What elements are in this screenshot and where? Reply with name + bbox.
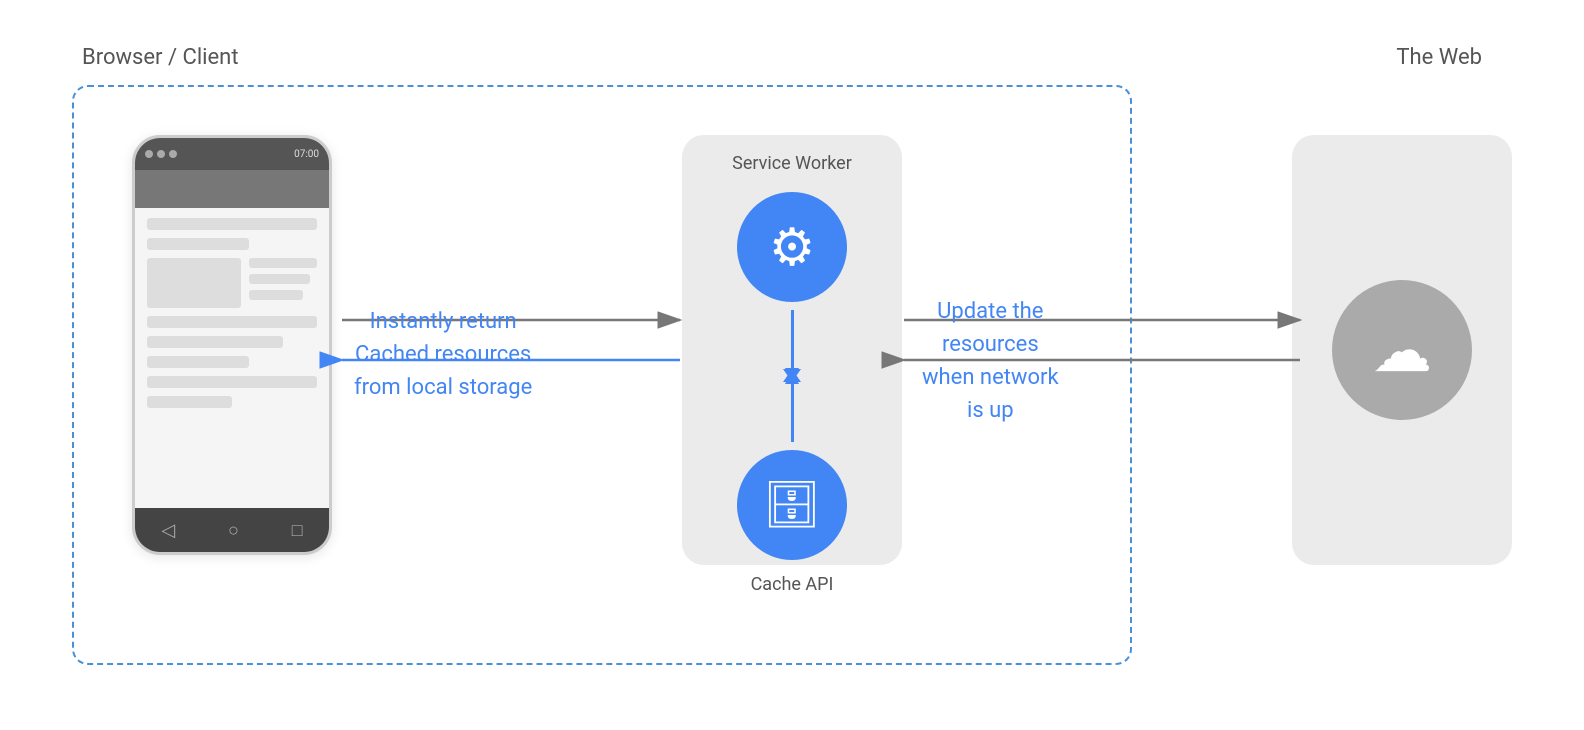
- phone-toolbar: [135, 170, 329, 208]
- service-worker-gears-circle: ⚙: [737, 192, 847, 302]
- cache-api-label: Cache API: [751, 574, 834, 595]
- content-block: [147, 258, 241, 308]
- database-icon: 🗄: [763, 478, 821, 532]
- service-worker-box: Service Worker ⚙ 🗄 Cache API: [682, 135, 902, 565]
- battery-icon: [169, 150, 177, 158]
- content-line-2: [147, 238, 249, 250]
- sw-vertical-connector: [791, 310, 794, 442]
- is-up-text: is up: [922, 394, 1059, 427]
- cloud-icon: ☁: [1372, 315, 1432, 386]
- content-row: [147, 258, 317, 308]
- browser-client-label: Browser / Client: [82, 45, 239, 70]
- instantly-return-text: Instantly return: [354, 305, 532, 338]
- content-line-6: [147, 316, 317, 328]
- content-line-1: [147, 218, 317, 230]
- web-box: ☁: [1292, 135, 1512, 565]
- cloud-circle: ☁: [1332, 280, 1472, 420]
- service-worker-label: Service Worker: [732, 153, 852, 174]
- phone-nav: ◁ ○ □: [135, 508, 329, 552]
- update-resources-text: Update the resources when network is up: [922, 295, 1059, 427]
- sw-arrow-down: [791, 310, 794, 370]
- cached-resources-text-line: Cached resources: [354, 338, 532, 371]
- phone-content: [135, 208, 329, 508]
- status-time: 07:00: [294, 149, 319, 160]
- resources-text: resources: [922, 328, 1059, 361]
- sw-arrow-up: [791, 382, 794, 442]
- content-lines-right: [249, 258, 318, 308]
- gears-icon: ⚙: [769, 217, 816, 278]
- nav-home-icon: ○: [228, 520, 239, 541]
- phone-illustration: 07:00 ◁ ○ □: [132, 135, 332, 555]
- content-line-4: [249, 274, 311, 284]
- content-line-5: [249, 290, 304, 300]
- signal-icon: [145, 150, 153, 158]
- statusbar-icons: [145, 150, 177, 158]
- cached-resources-text: Instantly return Cached resources from l…: [354, 305, 532, 404]
- nav-recent-icon: □: [292, 520, 303, 541]
- diagram-container: Browser / Client The Web 07:00: [42, 25, 1542, 705]
- content-line-9: [147, 376, 317, 388]
- update-the-text: Update the: [922, 295, 1059, 328]
- content-line-10: [147, 396, 232, 408]
- content-line-3: [249, 258, 318, 268]
- content-line-7: [147, 336, 283, 348]
- the-web-label: The Web: [1396, 45, 1482, 70]
- arrow-up-tip: [783, 369, 801, 383]
- phone-statusbar: 07:00: [135, 138, 329, 170]
- from-local-storage-text: from local storage: [354, 371, 532, 404]
- nav-back-icon: ◁: [161, 520, 175, 541]
- wifi-icon: [157, 150, 165, 158]
- content-line-8: [147, 356, 249, 368]
- when-network-text: when network: [922, 361, 1059, 394]
- cache-api-circle: 🗄: [737, 450, 847, 560]
